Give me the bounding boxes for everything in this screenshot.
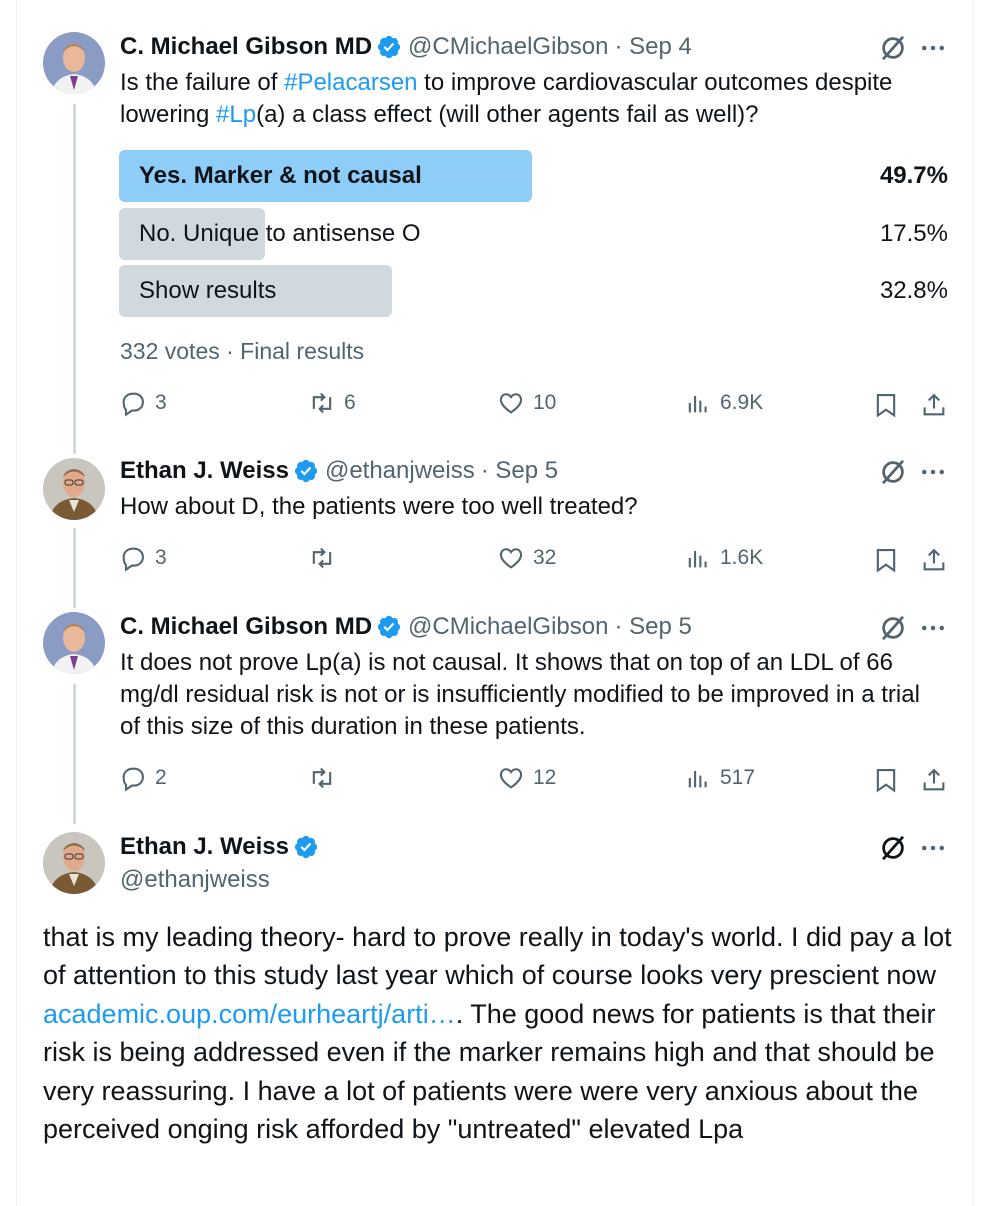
- reply-icon: [122, 392, 144, 417]
- views-button[interactable]: 6.9K: [684, 389, 763, 417]
- repost-button[interactable]: [308, 764, 344, 792]
- tweet-header-handle-row: @ethanjweiss: [120, 866, 270, 894]
- author-name[interactable]: Ethan J. Weiss: [120, 833, 289, 861]
- reply-icon: [122, 767, 144, 792]
- views-icon: [688, 396, 707, 413]
- external-link[interactable]: academic.oup.com/eurheartj/arti…: [43, 999, 456, 1029]
- reply-button[interactable]: 3: [119, 544, 167, 572]
- reply-icon: [122, 547, 144, 572]
- reply-button[interactable]: 3: [119, 389, 167, 417]
- tweet-text: that is my leading theory- hard to prove…: [43, 918, 963, 1148]
- tweet-text: How about D, the patients were too well …: [120, 493, 638, 520]
- like-button[interactable]: 32: [497, 544, 556, 572]
- like-icon: [499, 548, 523, 569]
- verified-badge-icon: [377, 615, 401, 639]
- like-icon: [499, 393, 523, 414]
- avatar[interactable]: [43, 832, 105, 894]
- author-handle[interactable]: @ethanjweiss: [120, 866, 270, 894]
- tweet-text-segment: (a) a class effect (will other agents fa…: [256, 101, 759, 128]
- repost-icon: [312, 392, 332, 414]
- poll-option-percent: 32.8%: [879, 277, 948, 304]
- reply-count: 3: [155, 546, 167, 569]
- like-button[interactable]: 12: [497, 764, 556, 792]
- tweet-text-segment: that is my leading theory- hard to prove…: [43, 922, 952, 991]
- views-count: 6.9K: [720, 391, 764, 414]
- share-icon[interactable]: [920, 766, 948, 794]
- views-button[interactable]: 517: [684, 764, 755, 792]
- repost-icon: [312, 547, 332, 569]
- bookmark-icon[interactable]: [872, 391, 900, 419]
- grok-icon[interactable]: [878, 833, 908, 863]
- poll-option-percent: 17.5%: [879, 220, 948, 247]
- avatar-weiss-image: [43, 832, 105, 894]
- like-count: 32: [533, 546, 557, 569]
- repost-icon: [312, 767, 332, 789]
- bookmark-icon[interactable]: [872, 766, 900, 794]
- views-count: 517: [720, 766, 756, 789]
- avatar-gibson-image: [43, 612, 105, 674]
- repost-button[interactable]: 6: [308, 389, 356, 417]
- author-name[interactable]: C. Michael Gibson MD: [120, 33, 372, 61]
- avatar-gibson-image: [43, 32, 105, 94]
- hashtag-link[interactable]: #Lp: [216, 101, 256, 128]
- bookmark-icon[interactable]: [872, 546, 900, 574]
- like-count: 12: [533, 766, 557, 789]
- views-button[interactable]: 1.6K: [684, 544, 763, 572]
- author-handle[interactable]: @CMichaelGibson: [408, 33, 608, 61]
- verified-badge-icon: [294, 459, 318, 483]
- poll-option-percent: 49.7%: [879, 162, 948, 189]
- tweet-header: C. Michael Gibson MD @CMichaelGibson · S…: [120, 613, 692, 641]
- grok-icon[interactable]: [878, 33, 908, 63]
- grok-icon[interactable]: [878, 613, 908, 643]
- poll-meta: 332 votes · Final results: [120, 338, 365, 364]
- verified-badge-icon: [377, 35, 401, 59]
- poll-option-label: No. Unique to antisense O: [139, 220, 421, 247]
- thread-connector: [73, 528, 76, 608]
- author-handle[interactable]: @ethanjweiss: [325, 457, 475, 485]
- views-icon: [688, 551, 707, 568]
- tweet-text-segment: Is the failure of: [120, 69, 285, 96]
- thread-connector: [73, 684, 76, 824]
- tweet-date[interactable]: · Sep 5: [481, 457, 558, 485]
- tweet-date[interactable]: · Sep 4: [614, 33, 691, 61]
- grok-icon[interactable]: [878, 457, 908, 487]
- verified-badge-icon: [294, 835, 318, 859]
- author-name[interactable]: C. Michael Gibson MD: [120, 613, 372, 641]
- more-icon[interactable]: [918, 33, 948, 63]
- more-icon[interactable]: [918, 613, 948, 643]
- tweet-header: Ethan J. Weiss: [120, 833, 325, 861]
- tweet-date[interactable]: · Sep 5: [614, 613, 691, 641]
- tweet-header: C. Michael Gibson MD @CMichaelGibson · S…: [120, 33, 692, 61]
- avatar[interactable]: [43, 458, 105, 520]
- avatar-weiss-image: [43, 458, 105, 520]
- author-name[interactable]: Ethan J. Weiss: [120, 457, 289, 485]
- tweet-text: Is the failure of #Pelacarsen to improve…: [120, 67, 920, 131]
- poll-option-label: Yes. Marker & not causal: [139, 162, 422, 189]
- poll-option-label: Show results: [139, 277, 277, 304]
- more-icon[interactable]: [918, 457, 948, 487]
- reply-button[interactable]: 2: [119, 764, 167, 792]
- avatar[interactable]: [43, 32, 105, 94]
- avatar[interactable]: [43, 612, 105, 674]
- repost-count: 6: [344, 391, 356, 414]
- like-count: 10: [533, 391, 557, 414]
- hashtag-link[interactable]: #Pelacarsen: [284, 69, 417, 96]
- views-count: 1.6K: [720, 546, 764, 569]
- like-button[interactable]: 10: [497, 389, 556, 417]
- repost-button[interactable]: [308, 544, 344, 572]
- reply-count: 3: [155, 391, 167, 414]
- tweet-header: Ethan J. Weiss @ethanjweiss · Sep 5: [120, 457, 558, 485]
- tweet-text: It does not prove Lp(a) is not causal. I…: [120, 649, 920, 740]
- like-icon: [499, 768, 523, 789]
- author-handle[interactable]: @CMichaelGibson: [408, 613, 608, 641]
- views-icon: [688, 771, 707, 788]
- share-icon[interactable]: [920, 546, 948, 574]
- reply-count: 2: [155, 766, 167, 789]
- share-icon[interactable]: [920, 391, 948, 419]
- thread-connector: [73, 104, 76, 454]
- more-icon[interactable]: [918, 833, 948, 863]
